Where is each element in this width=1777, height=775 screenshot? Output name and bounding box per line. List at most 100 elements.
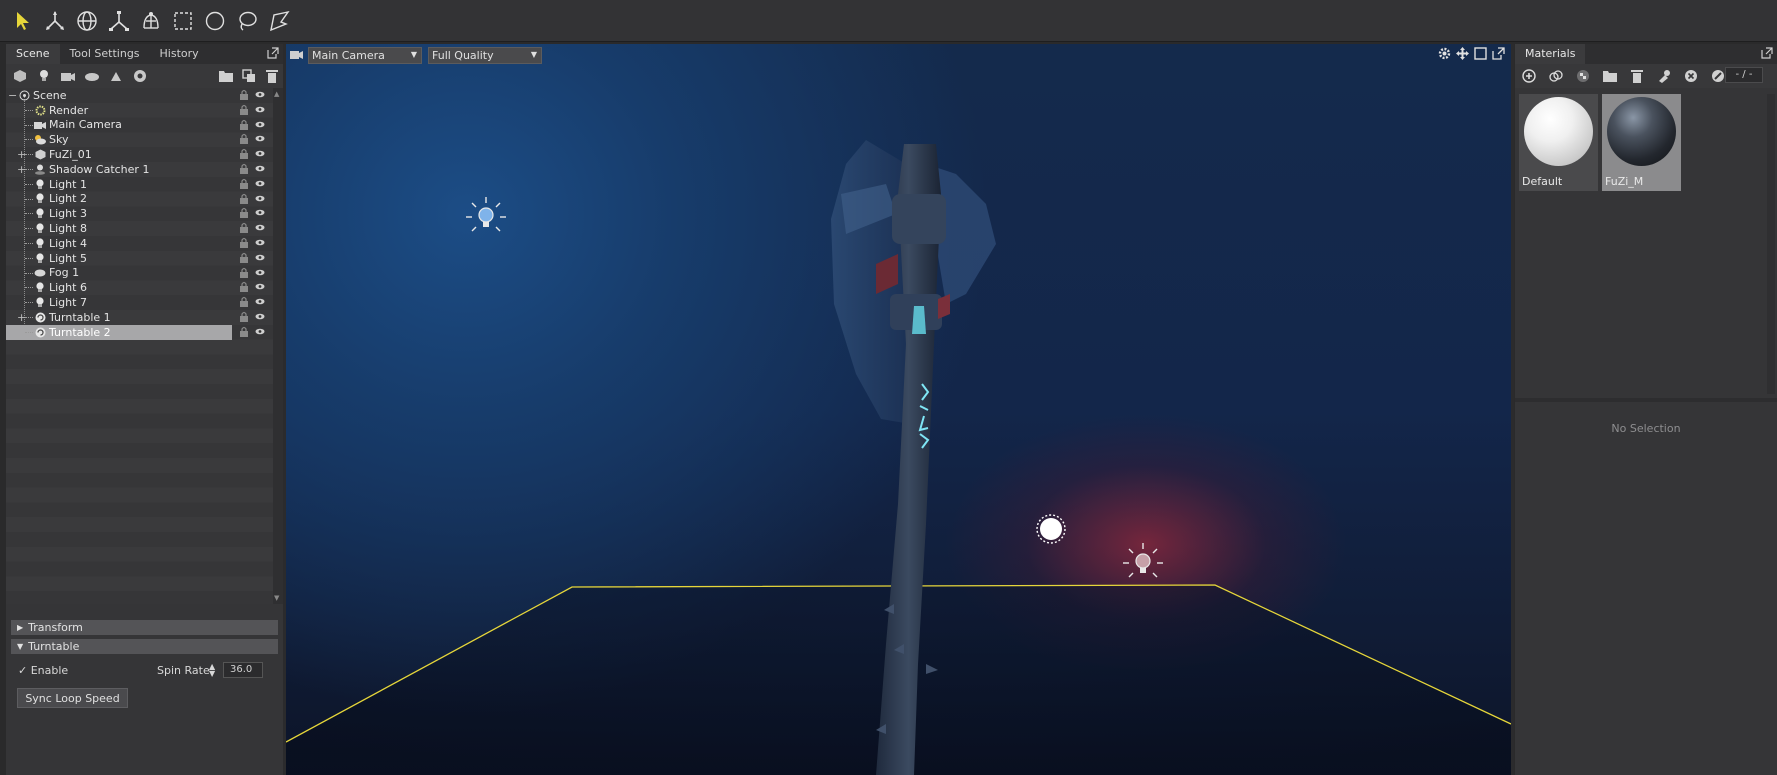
eye-icon[interactable] <box>255 326 265 337</box>
tree-item-light-4[interactable]: Light 4 <box>6 236 273 251</box>
eye-icon[interactable] <box>255 119 265 130</box>
tree-item-main-camera[interactable]: Main Camera <box>6 118 273 133</box>
tree-item-fog-1[interactable]: Fog 1 <box>6 266 273 281</box>
lock-icon[interactable] <box>239 119 249 130</box>
tree-item-sky[interactable]: Sky <box>6 132 273 147</box>
tab-scene[interactable]: Scene <box>6 44 60 64</box>
lock-icon[interactable] <box>239 104 249 115</box>
tree-item-turntable-1[interactable]: + Turntable 1 <box>6 310 273 325</box>
transform-section-header[interactable]: ▶ Transform <box>11 620 278 635</box>
lock-icon[interactable] <box>239 267 249 278</box>
scroll-down-icon[interactable]: ▼ <box>274 594 279 602</box>
circle-select-icon[interactable] <box>202 8 228 34</box>
collapse-icon[interactable]: − <box>8 89 17 102</box>
eye-icon[interactable] <box>255 237 265 248</box>
folder-icon[interactable] <box>1601 67 1619 85</box>
material-tile-default[interactable]: Default <box>1519 94 1598 191</box>
scale-tool-icon[interactable] <box>106 8 132 34</box>
lock-icon[interactable] <box>239 148 249 160</box>
trash-icon[interactable] <box>263 67 281 85</box>
expand-plus-icon[interactable]: + <box>17 311 26 324</box>
eye-icon[interactable] <box>255 104 265 115</box>
tree-item-light-6[interactable]: Light 6 <box>6 280 273 295</box>
quality-select[interactable]: Full Quality ▼ <box>428 46 542 64</box>
camera-icon[interactable] <box>290 49 304 61</box>
tree-item-light-3[interactable]: Light 3 <box>6 206 273 221</box>
material-tile-fuzi[interactable]: FuZi_M <box>1602 94 1681 191</box>
light-gizmo-sun[interactable] <box>1036 514 1066 544</box>
lock-icon[interactable] <box>239 326 249 337</box>
lock-icon[interactable] <box>239 89 249 100</box>
popout-icon[interactable] <box>1492 47 1505 60</box>
trash-icon[interactable] <box>1628 67 1646 85</box>
duplicate-icon[interactable] <box>240 67 258 85</box>
turntable-section-header[interactable]: ▼ Turntable <box>11 639 278 654</box>
lock-icon[interactable] <box>239 296 249 308</box>
eye-icon[interactable] <box>255 89 265 100</box>
expand-plus-icon[interactable]: + <box>17 148 26 161</box>
tree-item-light-1[interactable]: Light 1 <box>6 177 273 192</box>
rotate-tool-icon[interactable] <box>74 8 100 34</box>
lasso-brush-icon[interactable] <box>138 8 164 34</box>
add-material-icon[interactable] <box>1520 67 1538 85</box>
eye-icon[interactable] <box>255 193 265 204</box>
eye-icon[interactable] <box>255 133 265 144</box>
add-light-icon[interactable] <box>35 67 53 85</box>
eye-icon[interactable] <box>255 222 265 233</box>
tree-item-light-2[interactable]: Light 2 <box>6 192 273 207</box>
tree-item-light-8[interactable]: Light 8 <box>6 221 273 236</box>
tree-item-turntable-2[interactable]: Turntable 2 <box>6 324 265 340</box>
tree-scrollbar[interactable]: ▲ ▼ <box>273 88 283 604</box>
lock-icon[interactable] <box>239 133 249 145</box>
lasso-select-icon[interactable] <box>234 8 260 34</box>
checker-material-icon[interactable] <box>1574 67 1592 85</box>
gear-icon[interactable] <box>1438 47 1451 60</box>
rect-select-icon[interactable] <box>170 8 196 34</box>
lock-icon[interactable] <box>239 178 249 189</box>
sync-loop-speed-button[interactable]: Sync Loop Speed <box>17 688 128 708</box>
add-fog-icon[interactable] <box>83 67 101 85</box>
spin-rate-input[interactable]: 36.0 <box>223 662 263 678</box>
right-splitter[interactable] <box>1511 44 1514 775</box>
lock-icon[interactable] <box>239 222 249 234</box>
add-object-icon[interactable] <box>11 67 29 85</box>
tab-materials[interactable]: Materials <box>1515 44 1586 64</box>
select-tool-icon[interactable] <box>10 8 36 34</box>
remove-material-icon[interactable] <box>1682 67 1700 85</box>
lock-icon[interactable] <box>239 237 249 248</box>
expand-plus-icon[interactable]: + <box>17 163 26 176</box>
add-shadow-catcher-icon[interactable] <box>107 67 125 85</box>
light-gizmo-blue[interactable] <box>466 197 506 232</box>
eye-icon[interactable] <box>255 267 265 278</box>
tree-item-render[interactable]: Render <box>6 103 273 118</box>
eye-icon[interactable] <box>255 207 265 218</box>
lock-icon[interactable] <box>239 281 249 293</box>
eye-icon[interactable] <box>255 281 265 292</box>
move-view-icon[interactable] <box>1456 47 1469 60</box>
material-scrollbar[interactable] <box>1767 94 1775 394</box>
eye-icon[interactable] <box>255 311 265 322</box>
popout-icon[interactable] <box>1761 47 1773 59</box>
materials-splitter[interactable] <box>1515 398 1777 402</box>
lock-icon[interactable] <box>239 252 249 263</box>
tree-root-scene[interactable]: − Scene <box>6 88 273 103</box>
popout-icon[interactable] <box>267 47 279 59</box>
poly-select-icon[interactable] <box>266 8 292 34</box>
assign-material-icon[interactable] <box>1655 67 1673 85</box>
tab-tool-settings[interactable]: Tool Settings <box>60 44 150 64</box>
copy-material-icon[interactable] <box>1547 67 1565 85</box>
maximize-icon[interactable] <box>1474 47 1487 60</box>
spin-arrows-icon[interactable]: ▲ ▼ <box>209 663 215 678</box>
3d-viewport[interactable]: Main Camera ▼ Full Quality ▼ <box>286 44 1511 775</box>
tree-item-shadow-catcher-1[interactable]: + Shadow Catcher 1 <box>6 162 273 177</box>
scroll-up-icon[interactable]: ▲ <box>274 90 279 98</box>
camera-select[interactable]: Main Camera ▼ <box>308 46 422 64</box>
add-camera-icon[interactable] <box>59 67 77 85</box>
folder-icon[interactable] <box>217 67 235 85</box>
move-tool-icon[interactable] <box>42 8 68 34</box>
lock-icon[interactable] <box>239 193 249 204</box>
light-gizmo-red[interactable] <box>1123 543 1163 578</box>
eye-icon[interactable] <box>255 252 265 263</box>
add-turntable-icon[interactable] <box>131 67 149 85</box>
eye-icon[interactable] <box>255 178 265 189</box>
